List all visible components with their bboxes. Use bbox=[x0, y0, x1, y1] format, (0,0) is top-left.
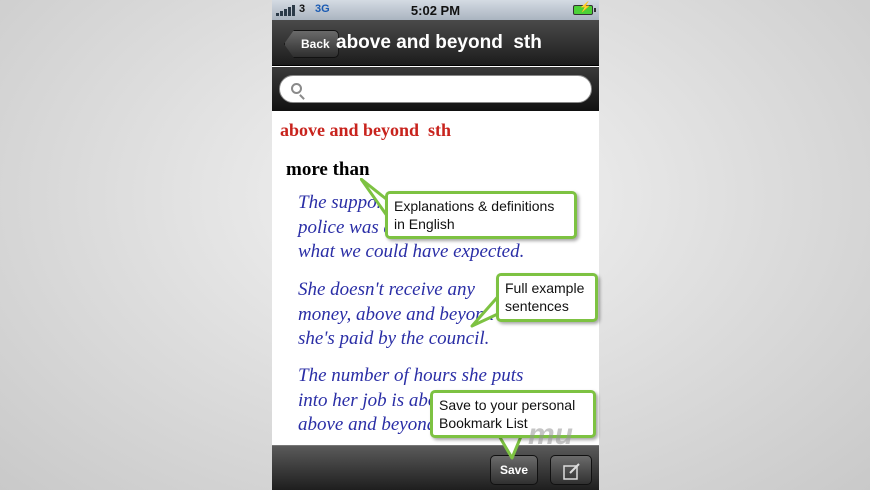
status-bar: 3 3G 5:02 PM ⚡ bbox=[272, 0, 599, 20]
callout-line: Full example bbox=[505, 280, 585, 296]
example-line: money, above and beyond bbox=[298, 303, 495, 325]
callout-line: Explanations & definitions bbox=[394, 198, 555, 214]
back-button[interactable]: Back bbox=[284, 30, 339, 58]
entry-definition: more than bbox=[286, 159, 370, 180]
compose-button[interactable] bbox=[550, 455, 592, 485]
navigation-bar: Back above and beyond sth bbox=[272, 20, 599, 66]
compose-icon bbox=[563, 463, 580, 480]
search-input[interactable] bbox=[308, 79, 583, 99]
entry-headword: above and beyond sth bbox=[280, 120, 452, 140]
status-time: 5:02 PM bbox=[410, 3, 461, 18]
example-line: The number of hours she puts bbox=[298, 365, 524, 386]
search-field[interactable] bbox=[279, 75, 592, 103]
example-line: She doesn't receive any bbox=[298, 279, 475, 300]
watermark-logo: mu bbox=[528, 418, 573, 451]
example-sentence: She doesn't receive any money, above and… bbox=[298, 278, 494, 352]
search-icon bbox=[291, 83, 302, 94]
callout-line: sentences bbox=[505, 298, 569, 314]
callout-definitions: Explanations & definitions in English bbox=[385, 191, 577, 239]
battery-icon: ⚡ bbox=[573, 2, 596, 15]
page-title: above and beyond sth bbox=[336, 32, 542, 53]
search-bar bbox=[272, 67, 599, 111]
example-line: what we could have expected. bbox=[298, 241, 525, 262]
callout-examples: Full example sentences bbox=[496, 273, 598, 322]
callout-line: in English bbox=[394, 216, 455, 232]
example-line: she's paid by the council. bbox=[298, 328, 490, 349]
callout-line: Save to your personal bbox=[439, 397, 576, 413]
